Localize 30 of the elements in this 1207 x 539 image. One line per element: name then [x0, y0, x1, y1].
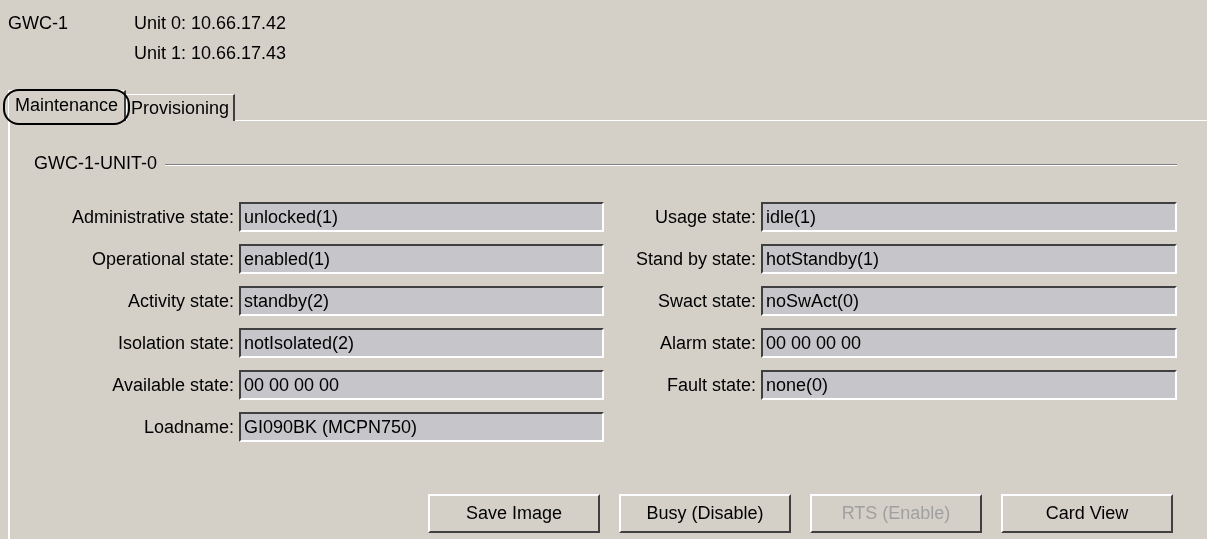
- action-button[interactable]: Card View: [1001, 494, 1173, 533]
- action-button[interactable]: Busy (Disable): [619, 494, 791, 533]
- field-label: Available state:: [111, 373, 235, 397]
- field-label: Administrative state:: [70, 205, 235, 229]
- field-label: Activity state:: [126, 289, 235, 313]
- field-label: Swact state:: [656, 289, 757, 313]
- device-name: GWC-1: [8, 12, 69, 34]
- value-field: 00 00 00 00: [761, 328, 1177, 358]
- value-field: enabled(1): [239, 244, 604, 274]
- field-label: Usage state:: [653, 205, 757, 229]
- value-field: standby(2): [239, 286, 604, 316]
- value-field: GI090BK (MCPN750): [239, 412, 604, 442]
- value-field: unlocked(1): [239, 202, 604, 232]
- field-label: Fault state:: [665, 373, 757, 397]
- field-label: Isolation state:: [116, 331, 235, 355]
- value-field: notIsolated(2): [239, 328, 604, 358]
- unit-address: Unit 0: 10.66.17.42: [134, 12, 288, 34]
- value-field: 00 00 00 00: [239, 370, 604, 400]
- field-label: Alarm state:: [658, 331, 757, 355]
- value-field: idle(1): [761, 202, 1177, 232]
- value-field: none(0): [761, 370, 1177, 400]
- action-button[interactable]: Save Image: [428, 494, 600, 533]
- field-label: Operational state:: [90, 247, 235, 271]
- group-title: GWC-1-UNIT-0: [34, 151, 157, 175]
- value-field: noSwAct(0): [761, 286, 1177, 316]
- field-label: Stand by state:: [634, 247, 757, 271]
- tab[interactable]: Provisioning: [126, 94, 236, 121]
- value-field: hotStandby(1): [761, 244, 1177, 274]
- field-label: Loadname:: [142, 415, 235, 439]
- unit-address: Unit 1: 10.66.17.43: [134, 42, 288, 64]
